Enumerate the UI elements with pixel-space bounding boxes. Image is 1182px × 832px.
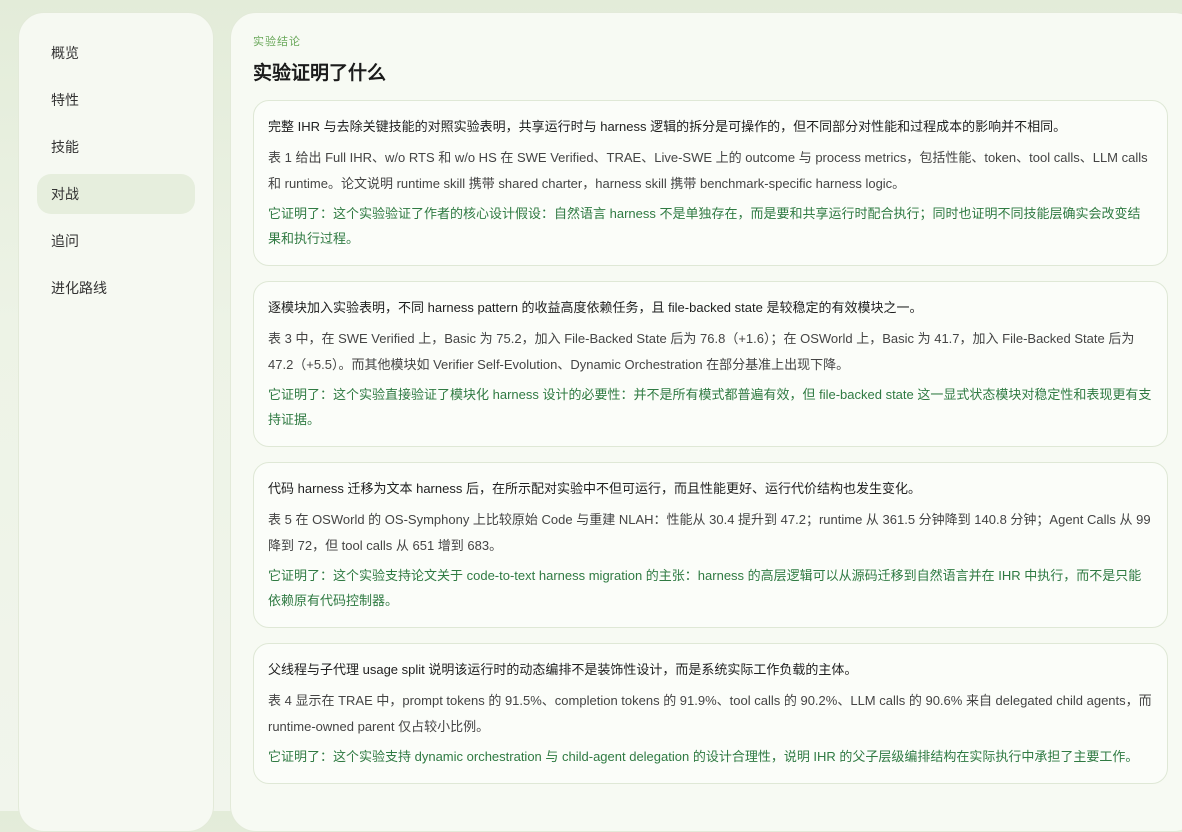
conclusion-card: 父线程与子代理 usage split 说明该运行时的动态编排不是装饰性设计，而… <box>253 643 1168 784</box>
conclusion-card: 逐模块加入实验表明，不同 harness pattern 的收益高度依赖任务，且… <box>253 281 1168 447</box>
sidebar-nav: 概览 特性 技能 对战 追问 进化路线 <box>18 12 214 832</box>
card-claim: 逐模块加入实验表明，不同 harness pattern 的收益高度依赖任务，且… <box>268 300 923 315</box>
conclusion-card: 代码 harness 迁移为文本 harness 后，在所示配对实验中不但可运行… <box>253 462 1168 628</box>
card-proof: 它证明了：这个实验支持论文关于 code-to-text harness mig… <box>268 568 1142 608</box>
section-eyebrow: 实验结论 <box>253 36 301 48</box>
card-proof: 它证明了：这个实验支持 dynamic orchestration 与 chil… <box>268 749 1139 764</box>
card-evidence: 表 5 在 OSWorld 的 OS-Symphony 上比较原始 Code 与… <box>268 512 1151 553</box>
card-proof: 它证明了：这个实验直接验证了模块化 harness 设计的必要性：并不是所有模式… <box>268 387 1152 427</box>
conclusion-card: 完整 IHR 与去除关键技能的对照实验表明，共享运行时与 harness 逻辑的… <box>253 100 1168 266</box>
card-evidence: 表 3 中，在 SWE Verified 上，Basic 为 75.2，加入 F… <box>268 331 1135 372</box>
sidebar-item-battle[interactable]: 对战 <box>37 174 195 214</box>
card-claim: 代码 harness 迁移为文本 harness 后，在所示配对实验中不但可运行… <box>268 481 921 496</box>
sidebar-item-overview[interactable]: 概览 <box>37 33 195 73</box>
card-claim: 父线程与子代理 usage split 说明该运行时的动态编排不是装饰性设计，而… <box>268 662 858 677</box>
card-evidence: 表 4 显示在 TRAE 中，prompt tokens 的 91.5%、com… <box>268 693 1152 734</box>
card-claim: 完整 IHR 与去除关键技能的对照实验表明，共享运行时与 harness 逻辑的… <box>268 119 1067 134</box>
main-panel: 实验结论 实验证明了什么 完整 IHR 与去除关键技能的对照实验表明，共享运行时… <box>230 12 1182 832</box>
sidebar-item-follow-up[interactable]: 追问 <box>37 221 195 261</box>
page-title: 实验证明了什么 <box>253 63 387 84</box>
sidebar-item-skills[interactable]: 技能 <box>37 127 195 167</box>
card-proof: 它证明了：这个实验验证了作者的核心设计假设：自然语言 harness 不是单独存… <box>268 206 1141 246</box>
sidebar-item-evolution-roadmap[interactable]: 进化路线 <box>37 268 195 308</box>
sidebar-item-features[interactable]: 特性 <box>37 80 195 120</box>
card-evidence: 表 1 给出 Full IHR、w/o RTS 和 w/o HS 在 SWE V… <box>268 150 1148 191</box>
